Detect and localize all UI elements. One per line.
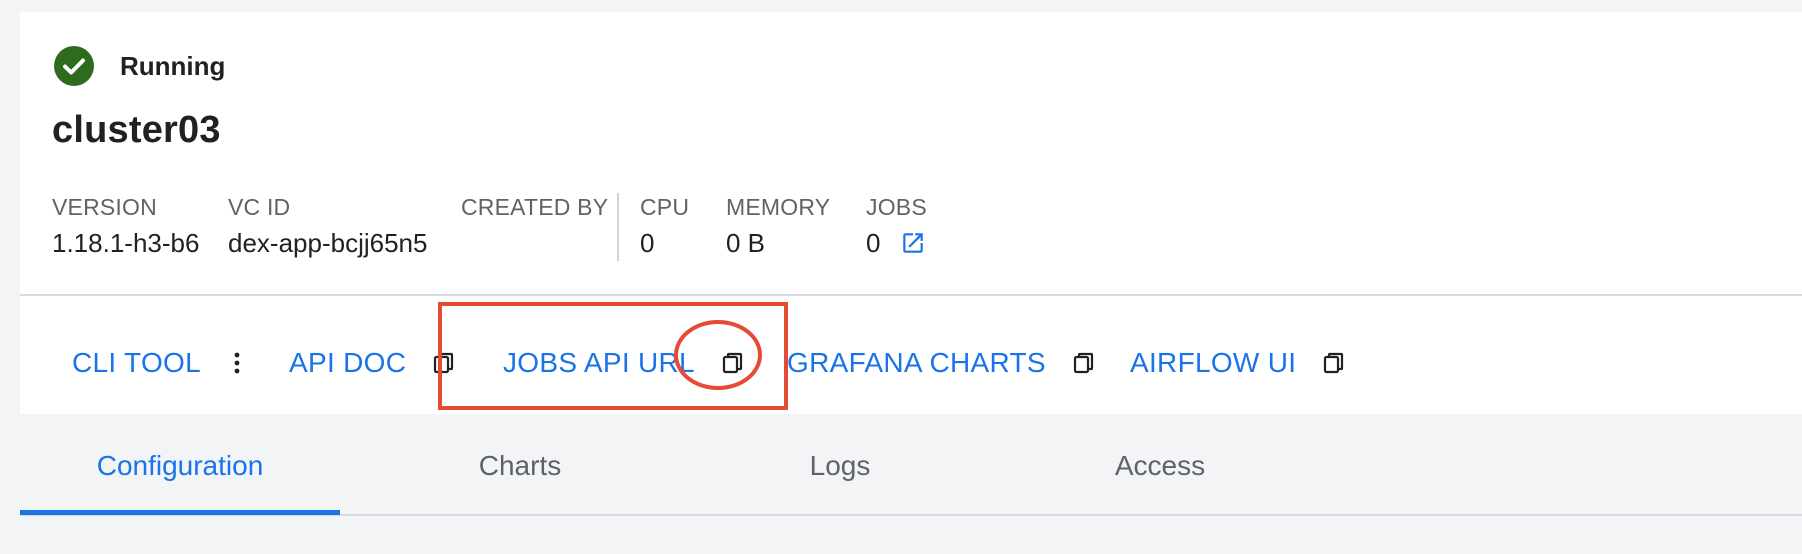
meta-vc-id: VC ID dex-app-bcjj65n5 (228, 193, 427, 259)
meta-label: CREATED BY (461, 194, 609, 220)
meta-value: 0 B (726, 227, 830, 259)
meta-memory: MEMORY 0 B (726, 193, 830, 259)
tab-label: Access (1114, 450, 1206, 481)
meta-created-by: CREATED BY (461, 193, 608, 227)
api-doc-label: API DOC (289, 347, 407, 378)
cli-tool-button[interactable]: CLI TOOL (72, 343, 251, 383)
tab-logs[interactable]: Logs (700, 418, 980, 514)
copy-icon[interactable] (1070, 349, 1098, 377)
jobs-api-url-label: JOBS API URL (503, 347, 695, 378)
meta-value: 0 (866, 227, 927, 259)
cli-tool-label: CLI TOOL (72, 347, 201, 378)
external-link-icon[interactable] (900, 230, 926, 256)
status-row: Running (54, 46, 225, 86)
cluster-name: cluster03 (52, 109, 221, 151)
airflow-ui-button[interactable]: AIRFLOW UI (1130, 343, 1348, 383)
meta-label: MEMORY (726, 194, 831, 220)
more-vertical-icon[interactable] (223, 349, 251, 377)
meta-label: CPU (640, 194, 690, 220)
tab-label: Charts (478, 450, 562, 481)
cpu-value: 0 (640, 228, 655, 258)
card-divider (20, 294, 1802, 296)
vc-id-value: dex-app-bcjj65n5 (228, 228, 428, 258)
grafana-charts-label: GRAFANA CHARTS (787, 347, 1046, 378)
meta-version: VERSION 1.18.1-h3-b6 (52, 193, 199, 259)
memory-value: 0 B (726, 228, 766, 258)
meta-label: VC ID (228, 194, 291, 220)
copy-icon[interactable] (719, 349, 747, 377)
meta-value: dex-app-bcjj65n5 (228, 227, 427, 259)
jobs-api-url-button[interactable]: JOBS API URL (503, 343, 747, 383)
airflow-ui-label: AIRFLOW UI (1130, 347, 1297, 378)
meta-value: 1.18.1-h3-b6 (52, 227, 199, 259)
tab-bar: Configuration Charts Logs Access (20, 418, 1802, 516)
copy-icon[interactable] (430, 349, 458, 377)
tab-configuration[interactable]: Configuration (20, 418, 340, 514)
version-value: 1.18.1-h3-b6 (52, 228, 200, 258)
tab-label: Configuration (96, 450, 264, 481)
meta-label: VERSION (52, 194, 157, 220)
grafana-charts-button[interactable]: GRAFANA CHARTS (787, 343, 1098, 383)
meta-cpu: CPU 0 (640, 193, 689, 259)
api-doc-button[interactable]: API DOC (289, 343, 458, 383)
tab-charts[interactable]: Charts (380, 418, 660, 514)
copy-icon[interactable] (1320, 349, 1348, 377)
active-tab-indicator (20, 510, 340, 515)
meta-divider (617, 193, 619, 261)
meta-value: 0 (640, 227, 689, 259)
tab-label: Logs (809, 450, 871, 481)
tab-access[interactable]: Access (1020, 418, 1300, 514)
status-label: Running (120, 50, 226, 81)
meta-label: JOBS (866, 194, 927, 220)
jobs-value: 0 (866, 228, 881, 258)
check-circle-icon (54, 46, 94, 86)
meta-jobs: JOBS 0 (866, 193, 927, 259)
